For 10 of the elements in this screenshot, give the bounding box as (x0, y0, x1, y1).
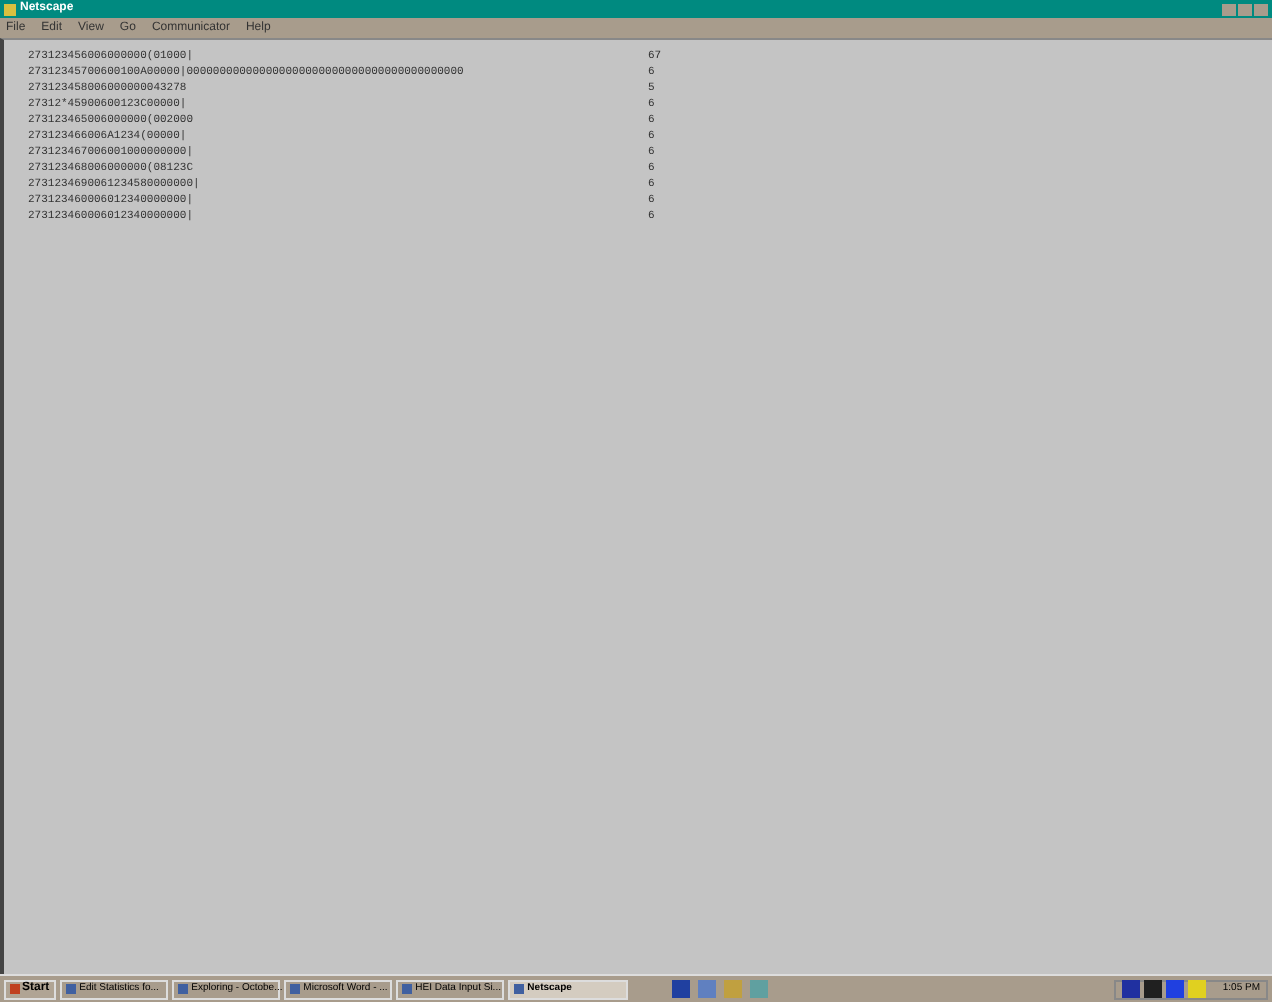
app-icon (401, 984, 412, 994)
maximize-button[interactable] (1238, 3, 1252, 15)
close-button[interactable] (1254, 3, 1268, 15)
app-icon (513, 984, 524, 994)
app-icon (289, 984, 300, 994)
app-icon (65, 984, 76, 994)
app-icon (4, 3, 16, 15)
windows-icon (10, 984, 20, 994)
app-icon (177, 984, 188, 994)
minimize-button[interactable] (1222, 3, 1236, 15)
